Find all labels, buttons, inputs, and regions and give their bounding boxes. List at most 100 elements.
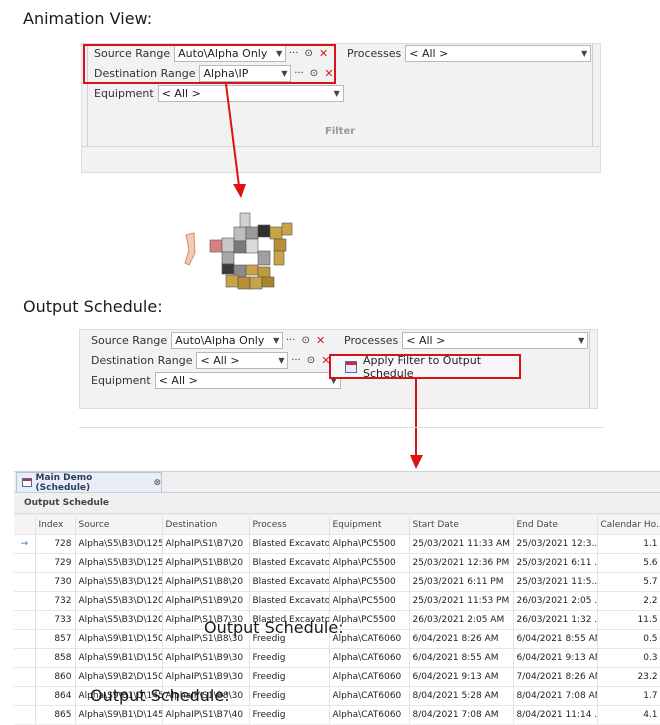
table-row[interactable]: 732 Alpha\S5\B3\D\120 AlphaIP\S1\B9\20 Blas…	[14, 591, 660, 611]
table-cell[interactable]: Alpha\PC5500	[329, 591, 410, 611]
table-cell[interactable]: 6/04/2021 8:55 AM	[513, 629, 598, 649]
column-header[interactable]: Source	[75, 516, 163, 535]
table-cell[interactable]: 25/03/2021 12:3...	[513, 534, 598, 554]
table-cell[interactable]: 0.5 hrs	[597, 629, 660, 649]
table-cell[interactable]: AlphaIP\S1\B9\20	[162, 591, 250, 611]
table-row[interactable]: 730 Alpha\S5\B3\D\125 AlphaIP\S1\B8\20 Blas…	[14, 572, 660, 592]
table-cell[interactable]: Freedig	[249, 648, 330, 668]
out-destination-range-combo[interactable]: < All > ▼	[196, 351, 289, 369]
table-cell[interactable]: Alpha\S9\B1\D\150	[75, 648, 163, 668]
table-row[interactable]: → 728 Alpha\S5\B3\D\125 AlphaIP\S1\B7\20 Bla…	[14, 534, 660, 554]
table-cell[interactable]: 25/03/2021 11:53 PM	[409, 591, 514, 611]
table-cell[interactable]: Alpha\S9\B2\D\150	[75, 667, 163, 687]
table-cell[interactable]: AlphaIP\S1\B8\20	[162, 553, 250, 573]
table-cell[interactable]: Alpha\CAT6060	[329, 667, 410, 687]
table-cell[interactable]: Alpha\PC5500	[329, 572, 410, 592]
chevron-down-icon[interactable]: ▼	[331, 89, 343, 98]
table-cell[interactable]: 865	[35, 705, 76, 724]
table-cell[interactable]: Alpha\S9\B1\D\150	[75, 629, 163, 649]
table-cell[interactable]: Alpha\CAT6060	[329, 705, 410, 724]
table-cell[interactable]: 8/04/2021 11:14 ...	[513, 705, 598, 724]
table-cell[interactable]: 733	[35, 610, 76, 630]
column-header[interactable]: Process	[249, 516, 330, 535]
table-cell[interactable]: 858	[35, 648, 76, 668]
table-row[interactable]: 729 Alpha\S5\B3\D\125 AlphaIP\S1\B8\20 Blas…	[14, 553, 660, 573]
table-row[interactable]: 860 Alpha\S9\B2\D\150 AlphaIP\S1\B9\30 Free…	[14, 667, 660, 687]
chevron-down-icon[interactable]: ▼	[270, 336, 282, 345]
chevron-down-icon[interactable]: ▼	[275, 356, 287, 365]
chevron-down-icon[interactable]: ▼	[575, 336, 587, 345]
table-cell[interactable]: Alpha\CAT6060	[329, 686, 410, 706]
table-cell[interactable]: 728	[35, 534, 76, 554]
table-cell[interactable]: 864	[35, 686, 76, 706]
table-cell[interactable]: 8/04/2021 7:08 AM	[409, 705, 514, 724]
table-cell[interactable]: 6/04/2021 8:55 AM	[409, 648, 514, 668]
table-cell[interactable]: AlphaIP\S1\B9\30	[162, 648, 250, 668]
table-cell[interactable]: AlphaIP\S1\B7\40	[162, 705, 250, 724]
column-header[interactable]: Index	[35, 516, 76, 535]
close-icon[interactable]: ✕	[313, 333, 328, 348]
table-cell[interactable]: 857	[35, 629, 76, 649]
table-cell[interactable]: 26/03/2021 1:32 ...	[513, 610, 598, 630]
table-cell[interactable]: Alpha\S5\B3\D\125	[75, 553, 163, 573]
target-icon[interactable]: ⊙	[298, 333, 313, 348]
table-cell[interactable]: 0.3 hrs	[597, 648, 660, 668]
table-cell[interactable]: 8/04/2021 7:08 AM	[513, 686, 598, 706]
chevron-down-icon[interactable]: ▼	[578, 49, 590, 58]
out-source-range-combo[interactable]: Auto\Alpha Only ▼	[171, 331, 284, 349]
table-cell[interactable]: AlphaIP\S1\B7\20	[162, 534, 250, 554]
table-cell[interactable]: 26/03/2021 2:05 AM	[409, 610, 514, 630]
table-cell[interactable]: 729	[35, 553, 76, 573]
table-cell[interactable]: 7/04/2021 8:26 AM	[513, 667, 598, 687]
table-cell[interactable]: Alpha\S5\B3\D\120	[75, 610, 163, 630]
target-icon[interactable]: ⊙	[303, 353, 318, 368]
table-cell[interactable]: 6/04/2021 9:13 AM	[513, 648, 598, 668]
ellipsis-icon[interactable]: ···	[283, 333, 298, 348]
column-header[interactable]: Destination	[162, 516, 250, 535]
anim-processes-combo[interactable]: < All > ▼	[405, 44, 592, 62]
table-cell[interactable]: 4.1 hrs	[597, 705, 660, 724]
table-cell[interactable]: Alpha\S5\B3\D\120	[75, 591, 163, 611]
table-cell[interactable]: 25/03/2021 11:5...	[513, 572, 598, 592]
table-cell[interactable]: Blasted Excavator	[249, 572, 330, 592]
table-cell[interactable]: Alpha\S5\B3\D\125	[75, 534, 163, 554]
table-cell[interactable]: 6/04/2021 8:26 AM	[409, 629, 514, 649]
column-header[interactable]: Equipment	[329, 516, 410, 535]
table-cell[interactable]: 1.1 hrs	[597, 534, 660, 554]
table-cell[interactable]: Freedig	[249, 686, 330, 706]
table-cell[interactable]: 25/03/2021 11:33 AM	[409, 534, 514, 554]
table-cell[interactable]: Alpha\S5\B3\D\125	[75, 572, 163, 592]
table-cell[interactable]: 8/04/2021 5:28 AM	[409, 686, 514, 706]
table-row[interactable]: 865 Alpha\S9\B1\D\145 AlphaIP\S1\B7\40 Free…	[14, 705, 660, 724]
table-cell[interactable]: Freedig	[249, 667, 330, 687]
table-row[interactable]: 858 Alpha\S9\B1\D\150 AlphaIP\S1\B9\30 Free…	[14, 648, 660, 668]
table-cell[interactable]: 25/03/2021 6:11 ...	[513, 553, 598, 573]
table-cell[interactable]: Alpha\PC5500	[329, 534, 410, 554]
tab-main-demo-schedule[interactable]: Main Demo (Schedule) ⊗	[16, 472, 162, 493]
table-cell[interactable]: 11.5 hrs	[597, 610, 660, 630]
ellipsis-icon[interactable]: ···	[288, 353, 303, 368]
column-header[interactable]: End Date	[513, 516, 598, 535]
out-processes-combo[interactable]: < All > ▼	[402, 331, 589, 349]
table-cell[interactable]: Alpha\CAT6060	[329, 648, 410, 668]
table-cell[interactable]: 860	[35, 667, 76, 687]
table-cell[interactable]: Blasted Excavator	[249, 534, 330, 554]
table-cell[interactable]: AlphaIP\S1\B9\30	[162, 667, 250, 687]
table-cell[interactable]: 26/03/2021 2:05 ...	[513, 591, 598, 611]
column-header[interactable]: Start Date	[409, 516, 514, 535]
table-cell[interactable]: Alpha\S9\B1\D\145	[75, 705, 163, 724]
column-header[interactable]: Calendar Ho...	[597, 516, 660, 535]
table-cell[interactable]: 25/03/2021 12:36 PM	[409, 553, 514, 573]
table-cell[interactable]: 1.7 hrs	[597, 686, 660, 706]
table-cell[interactable]: Freedig	[249, 705, 330, 724]
table-cell[interactable]: 5.6 hrs	[597, 553, 660, 573]
table-cell[interactable]: Blasted Excavator	[249, 591, 330, 611]
table-cell[interactable]: AlphaIP\S1\B8\20	[162, 572, 250, 592]
out-equipment-combo[interactable]: < All > ▼	[154, 371, 341, 389]
close-icon[interactable]: ⊗	[153, 478, 161, 488]
table-cell[interactable]: 5.7 hrs	[597, 572, 660, 592]
table-cell[interactable]: Blasted Excavator	[249, 553, 330, 573]
table-cell[interactable]: 23.2 hrs	[597, 667, 660, 687]
apply-filter-button[interactable]: Apply Filter to Output Schedule	[329, 354, 521, 380]
table-cell[interactable]: 2.2 hrs	[597, 591, 660, 611]
